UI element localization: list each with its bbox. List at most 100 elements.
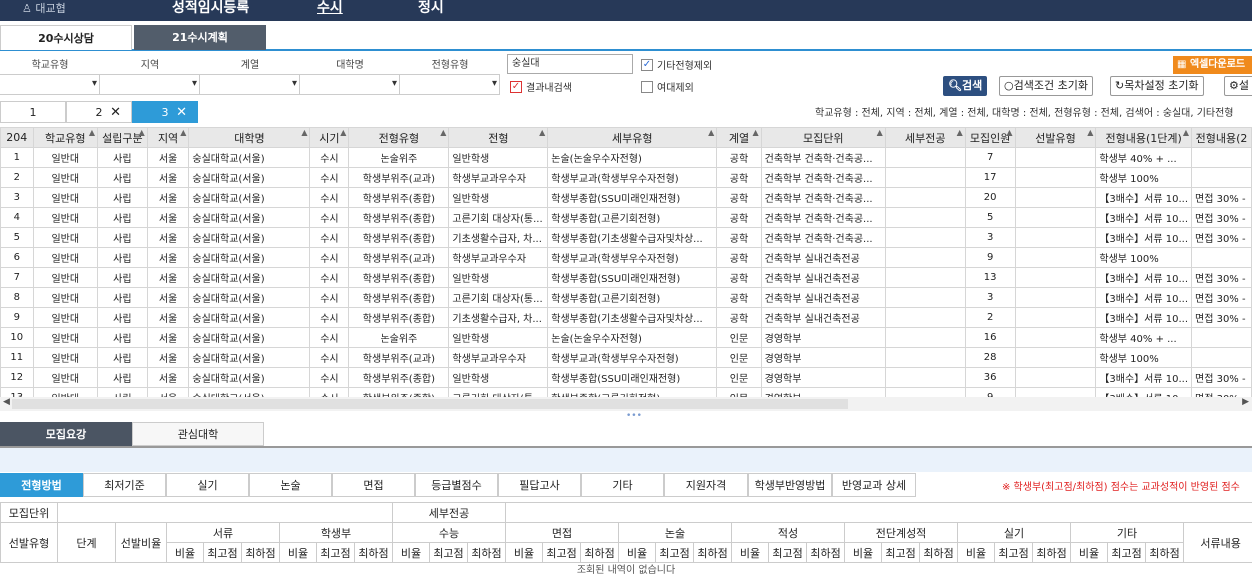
subtab-written-test[interactable]: 필답고사 [498, 473, 581, 497]
page-tab-1[interactable]: 1 [0, 101, 66, 123]
col-admission[interactable]: 전형 ▲ [448, 127, 549, 148]
splitter-handle-icon[interactable]: ••• [626, 411, 642, 421]
tab-recruit-guide[interactable]: 모집요강 [0, 422, 132, 446]
tab-21-susi-plan[interactable]: 21수시계획 [134, 25, 266, 50]
col-quota[interactable]: 모집인원 ▲ [964, 127, 1016, 148]
menu-jeongsi[interactable]: 정시 [418, 0, 444, 17]
table-cell [884, 227, 966, 248]
col-admission-type[interactable]: 전형유형 ▲ [348, 127, 450, 148]
scroll-right-icon[interactable]: ▶ [1242, 397, 1249, 407]
col-university[interactable]: 대학명 ▲ [188, 127, 311, 148]
table-row[interactable]: 2 일반대 사립 서울 숭실대학교(서울) 수시 학생부위주(교과) 학생부교과우수자 학생부교… [0, 167, 1252, 188]
sub-header: 최하점 [1145, 542, 1185, 563]
subtab-practical[interactable]: 실기 [166, 473, 249, 497]
excel-download-button[interactable]: ▦ 엑셀다운로드 [1173, 56, 1252, 74]
exclude-other-checkbox[interactable]: ✓ 기타전형제외 [641, 57, 712, 72]
reset-search-button[interactable]: ○검색조건 초기화 [999, 76, 1093, 96]
table-cell [884, 347, 966, 368]
table-row[interactable]: 11 일반대 사립 서울 숭실대학교(서울) 수시 학생부위주(교과) 학생부교과우수자 학생부… [0, 347, 1252, 368]
exclude-women-univ-checkbox[interactable]: 여대제외 [641, 79, 694, 94]
filter-label-school-type: 학교유형 [0, 56, 100, 75]
scroll-thumb[interactable] [12, 399, 848, 409]
user-label[interactable]: ♙ 대교협 [22, 0, 66, 16]
tab-20-susi-consult[interactable]: 20수시상담 [0, 25, 132, 50]
university-select[interactable]: ▾ [300, 75, 400, 95]
col-school-type[interactable]: 학교유형 ▲ [32, 127, 98, 148]
subtab-subject-detail[interactable]: 반영교과 상세 [832, 473, 916, 497]
close-icon[interactable]: ✕ [110, 102, 121, 124]
filter-label-university: 대학명 [300, 56, 400, 75]
col-track[interactable]: 계열 ▲ [716, 127, 762, 148]
table-cell: 고른기회 대상자(통... [448, 387, 549, 397]
scroll-left-icon[interactable]: ◀ [3, 397, 10, 407]
search-in-result-checkbox[interactable]: ✓ 결과내검색 [510, 79, 572, 94]
table-row[interactable]: 7 일반대 사립 서울 숭실대학교(서울) 수시 학생부위주(종합) 일반학생 학생부종합(SS… [0, 267, 1252, 288]
table-row[interactable]: 5 일반대 사립 서울 숭실대학교(서울) 수시 학생부위주(종합) 기초생활수급자, 차..… [0, 227, 1252, 248]
table-row[interactable]: 3 일반대 사립 서울 숭실대학교(서울) 수시 학생부위주(종합) 일반학생 학생부종합(SS… [0, 187, 1252, 208]
subtab-grade-score[interactable]: 등급별점수 [415, 473, 498, 497]
col-detail-major[interactable]: 세부전공 ▲ [884, 127, 966, 148]
table-row[interactable]: 12 일반대 사립 서울 숭실대학교(서울) 수시 학생부위주(종합) 일반학생 학생부종합(S… [0, 367, 1252, 388]
table-cell: 인문 [716, 347, 762, 368]
table-row[interactable]: 8 일반대 사립 서울 숭실대학교(서울) 수시 학생부위주(종합) 고른기회 대상자(통..… [0, 287, 1252, 308]
subtab-other[interactable]: 기타 [581, 473, 664, 497]
table-cell: 4 [0, 207, 34, 228]
table-row[interactable]: 13일반대사립서울숭실대학교(서울)수시학생부위주(종합)고른기회 대상자(통.… [0, 387, 1252, 397]
table-row[interactable]: 10 일반대 사립 서울 숭실대학교(서울) 수시 논술위주 일반학생 논술(논술우수자전형) 인… [0, 327, 1252, 348]
table-cell: 6 [0, 247, 34, 268]
school-type-select[interactable]: ▾ [0, 75, 100, 95]
track-select[interactable]: ▾ [200, 75, 300, 95]
col-recruit-unit[interactable]: 모집단위 ▲ [760, 127, 886, 148]
group-header: 수능 [391, 522, 507, 543]
table-cell: 사립 [96, 207, 148, 228]
sub-header: 최고점 [994, 542, 1034, 563]
refresh-icon: ↻ [1115, 79, 1125, 92]
table-row[interactable]: 1 일반대 사립 서울 숭실대학교(서울) 수시 논술위주 일반학생 논술(논술우수자전형) 공학… [0, 147, 1252, 168]
sub-header: 최하점 [919, 542, 959, 563]
col-content-stage2[interactable]: 전형내용(2 [1191, 127, 1252, 148]
region-select[interactable]: ▾ [100, 75, 200, 95]
col-selection-type[interactable]: 선발유형 ▲ [1014, 127, 1097, 148]
admission-type-select[interactable]: ▾ [400, 75, 500, 95]
page-tab-3[interactable]: 3 ✕ [132, 101, 198, 123]
sub-header: 비율 [844, 542, 883, 563]
subtab-interview[interactable]: 면접 [332, 473, 415, 497]
group-header: 서류 [166, 522, 280, 543]
subtab-record-method[interactable]: 학생부반영방법 [748, 473, 832, 497]
subtab-qualification[interactable]: 지원자격 [664, 473, 748, 497]
subtab-minimum[interactable]: 최저기준 [83, 473, 166, 497]
menu-susi[interactable]: 수시 [317, 0, 343, 17]
table-cell: 기초생활수급자, 차... [448, 307, 549, 328]
table-cell: 학생부위주(종합) [348, 187, 450, 208]
col-region[interactable]: 지역 ▲ [146, 127, 190, 148]
col-content-stage1[interactable]: 전형내용(1단계) ▲ [1095, 127, 1192, 148]
table-cell: 서울 [146, 307, 190, 328]
table-row[interactable]: 9 일반대 사립 서울 숭실대학교(서울) 수시 학생부위주(종합) 기초생활수급자, 차..… [0, 307, 1252, 328]
tab-interest-univ[interactable]: 관심대학 [132, 422, 264, 446]
search-input[interactable]: 숭실대 [507, 54, 633, 74]
result-table: 204 학교유형 ▲ 설립구분 ▲ 지역 ▲ 대학명 ▲ 시기 ▲ 전형유형 ▲ 전형 ▲ 세… [0, 127, 1252, 397]
col-founding[interactable]: 설립구분 ▲ [96, 127, 148, 148]
table-cell: 17 [964, 167, 1016, 188]
table-cell: 수시 [309, 307, 350, 328]
subtab-method[interactable]: 전형방법 [0, 473, 83, 497]
menu-grade-register[interactable]: 성적임시등록 [172, 0, 249, 17]
horizontal-scrollbar[interactable]: ◀ ▶ [0, 397, 1252, 411]
col-period[interactable]: 시기 ▲ [309, 127, 350, 148]
group-header: 기타 [1070, 522, 1185, 543]
close-icon[interactable]: ✕ [176, 102, 187, 124]
sub-header: 비율 [1070, 542, 1109, 563]
sub-header: 비율 [731, 542, 770, 563]
table-cell: 학생부위주(교과) [348, 167, 450, 188]
reset-bookmark-button[interactable]: ↻목차설정 초기화 [1110, 76, 1204, 96]
grid-header-row: 204 학교유형 ▲ 설립구분 ▲ 지역 ▲ 대학명 ▲ 시기 ▲ 전형유형 ▲ 전형 ▲ 세… [0, 127, 1252, 148]
search-button[interactable]: 🔍︎검색 [943, 76, 988, 96]
group-header: 논술 [618, 522, 733, 543]
col-detail-type[interactable]: 세부유형 ▲ [547, 127, 718, 148]
table-row[interactable]: 4 일반대 사립 서울 숭실대학교(서울) 수시 학생부위주(종합) 고른기회 대상자(통..… [0, 207, 1252, 228]
table-row[interactable]: 6 일반대 사립 서울 숭실대학교(서울) 수시 학생부위주(교과) 학생부교과우수자 학생부교… [0, 247, 1252, 268]
subtab-essay[interactable]: 논술 [249, 473, 332, 497]
page-tab-2[interactable]: 2 ✕ [66, 101, 132, 123]
settings-button[interactable]: ⚙설 [1224, 76, 1252, 96]
table-cell [884, 187, 966, 208]
